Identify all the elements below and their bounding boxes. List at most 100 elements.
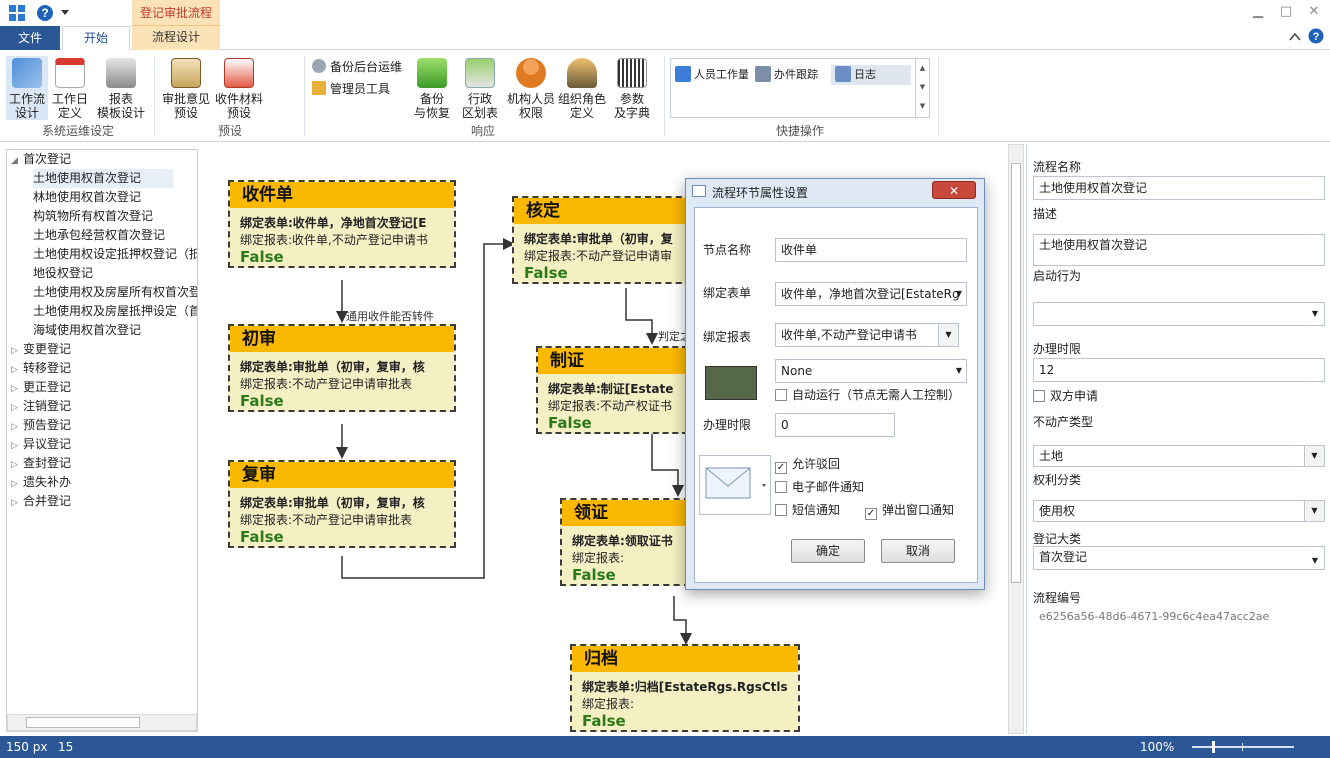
email-picker[interactable]	[699, 455, 771, 515]
dual-apply-option[interactable]: 双方申请	[1033, 387, 1098, 404]
group-separator	[154, 56, 155, 136]
color-select[interactable]: None ▼	[775, 359, 967, 383]
ok-button[interactable]: 确定	[791, 539, 865, 563]
sms-checkbox[interactable]	[775, 504, 787, 516]
tree-group[interactable]: ▷ 合并登记	[11, 492, 71, 513]
node-flag: False	[524, 264, 568, 282]
app-grid-icon[interactable]	[8, 4, 26, 22]
maximize-icon[interactable]: □	[1274, 2, 1298, 22]
approval-opinion-button[interactable]: 审批意见 预设	[160, 56, 212, 120]
org-staff-permission-button[interactable]: 机构人员 权限	[504, 56, 558, 120]
flow-node-guidang[interactable]: 归档 绑定表单:归档[EstateRgs.RgsCtls 绑定报表: False	[570, 644, 800, 732]
sms-option[interactable]: 短信通知	[775, 501, 840, 518]
flow-node-chushen[interactable]: 初审 绑定表单:审批单（初审，复审，核 绑定报表:不动产登记申请审批表 Fals…	[228, 324, 456, 412]
canvas-vscrollbar[interactable]	[1008, 144, 1024, 734]
flow-node-zhizheng[interactable]: 制证 绑定表单:制证[Estate 绑定报表:不动产权证书 False	[536, 346, 688, 434]
tree-group-label: 预告登记	[23, 418, 72, 432]
tree-group[interactable]: ▷ 预告登记	[11, 416, 71, 437]
flow-node-fushen[interactable]: 复审 绑定表单:审批单（初审，复审，核 绑定报表:不动产登记申请审批表 Fals…	[228, 460, 456, 548]
report-select[interactable]: 收件单,不动产登记申请书 ▼	[775, 323, 959, 347]
zoom-slider[interactable]	[1192, 741, 1294, 753]
intake-material-button[interactable]: 收件材料 预设	[212, 56, 266, 120]
tree-item[interactable]: 土地使用权设定抵押权登记（抵	[33, 245, 197, 264]
tab-home[interactable]: 开始	[62, 26, 130, 51]
flow-name-input[interactable]: 土地使用权首次登记	[1033, 176, 1325, 200]
rights-select[interactable]: 使用权 ▼	[1033, 500, 1325, 522]
start-behavior-label: 启动行为	[1033, 269, 1082, 283]
tree-item[interactable]: 林地使用权首次登记	[33, 188, 141, 207]
desc-input[interactable]: 土地使用权首次登记	[1033, 234, 1325, 266]
tree-group[interactable]: ▷ 转移登记	[11, 359, 71, 380]
close-window-icon[interactable]: ✕	[1302, 2, 1326, 22]
tree-group[interactable]: ▷ 异议登记	[11, 435, 71, 456]
gallery-scroll[interactable]: ▲ ▼ ▼	[915, 59, 929, 117]
params-dictionary-button[interactable]: 参数 及字典	[610, 56, 654, 120]
email-checkbox[interactable]	[775, 481, 787, 493]
gallery-item-log[interactable]: 日志	[831, 65, 911, 85]
admin-region-button[interactable]: 行政 区划表	[458, 56, 502, 120]
color-swatch[interactable]	[705, 366, 757, 400]
backup-restore-button[interactable]: 备份 与恢复	[410, 56, 454, 120]
popup-checkbox[interactable]: ✓	[865, 508, 877, 520]
help-icon[interactable]: ?	[1308, 28, 1324, 44]
tree-group[interactable]: ▷ 变更登记	[11, 340, 71, 361]
node-form: 绑定表单:归档[EstateRgs.RgsCtls	[582, 680, 788, 694]
category-tree: ◢ 首次登记 土地使用权首次登记 林地使用权首次登记 构筑物所有权首次登记 土地承…	[6, 149, 198, 732]
node-name-input[interactable]: 收件单	[775, 238, 967, 262]
flow-node-lingzheng[interactable]: 领证 绑定表单:领取证书 绑定报表: False	[560, 498, 690, 586]
region-line2: 区划表	[461, 106, 498, 120]
gallery-item-workload[interactable]: 人员工作量	[675, 65, 749, 85]
help-circle-icon[interactable]: ?	[36, 4, 54, 22]
backup-ops-label: 备份后台运维	[330, 60, 403, 74]
allow-return-option[interactable]: ✓ 允许驳回	[775, 455, 840, 474]
form-select[interactable]: 收件单，净地首次登记[EstateRg ▼	[775, 282, 967, 306]
workday-define-button[interactable]: 工作日 定义	[50, 56, 90, 120]
tree-item[interactable]: 海域使用权首次登记	[33, 321, 141, 340]
start-behavior-select[interactable]: ▼	[1033, 302, 1325, 326]
tree-group[interactable]: ▷ 更正登记	[11, 378, 71, 399]
popup-option[interactable]: ✓ 弹出窗口通知	[865, 501, 954, 520]
zoom-slider-thumb[interactable]	[1212, 741, 1215, 753]
flow-node-shoujian[interactable]: 收件单 绑定表单:收件单，净地首次登记[E 绑定报表:收件单,不动产登记申请书 …	[228, 180, 456, 268]
tree-hscrollbar[interactable]	[7, 714, 197, 731]
dual-apply-checkbox[interactable]	[1033, 390, 1045, 402]
tree-root[interactable]: ◢ 首次登记	[11, 150, 71, 171]
report-line1: 报表	[108, 92, 133, 106]
admin-tools-button[interactable]: 管理员工具	[312, 80, 390, 97]
auto-run-checkbox[interactable]	[775, 389, 787, 401]
flow-id-value: e6256a56-48d6-4671-99c6c4ea47acc2ae	[1039, 610, 1270, 623]
report-template-button[interactable]: 报表 模板设计	[94, 56, 148, 120]
tree-hscroll-thumb[interactable]	[26, 717, 140, 728]
gallery-tracking-label: 办件跟踪	[774, 68, 818, 81]
property-type-select[interactable]: 土地 ▼	[1033, 445, 1325, 467]
backup-ops-button[interactable]: 备份后台运维	[312, 58, 402, 75]
gallery-item-tracking[interactable]: 办件跟踪	[755, 65, 818, 85]
minimize-icon[interactable]: ▁	[1246, 2, 1270, 22]
tree-item[interactable]: 土地承包经营权首次登记	[33, 226, 165, 245]
tree-group[interactable]: ▷ 注销登记	[11, 397, 71, 418]
org-role-define-button[interactable]: 组织角色 定义	[558, 56, 606, 120]
email-option[interactable]: 电子邮件通知	[775, 478, 864, 495]
category-select[interactable]: 首次登记 ▼	[1033, 546, 1325, 570]
dropdown-arrow-icon[interactable]	[60, 6, 78, 24]
time-limit-input[interactable]: 0	[775, 413, 895, 437]
cancel-button[interactable]: 取消	[881, 539, 955, 563]
workflow-design-button[interactable]: 工作流 设计	[6, 56, 48, 120]
tree-group[interactable]: ▷ 查封登记	[11, 454, 71, 475]
edge-label: 通用收件能否转件	[346, 310, 434, 323]
tree-item[interactable]: 构筑物所有权首次登记	[33, 207, 153, 226]
flow-node-heding[interactable]: 核定 绑定表单:审批单（初审，复 绑定报表:不动产登记申请审 False	[512, 196, 692, 284]
tab-flow-design[interactable]: 流程设计	[132, 26, 220, 50]
tree-item[interactable]: 地役权登记	[33, 264, 93, 283]
tree-item[interactable]: 土地使用权及房屋抵押设定（首	[33, 302, 197, 321]
tree-item[interactable]: 土地使用权首次登记	[33, 169, 173, 188]
tree-group[interactable]: ▷ 遗失补办	[11, 473, 71, 494]
tab-file[interactable]: 文件	[0, 26, 60, 50]
collapse-ribbon-icon[interactable]	[1288, 30, 1302, 44]
canvas-vscroll-thumb[interactable]	[1011, 163, 1021, 583]
auto-run-option[interactable]: 自动运行（节点无需人工控制）	[775, 386, 960, 403]
limit-input[interactable]: 12	[1033, 358, 1325, 382]
dialog-close-button[interactable]: ✕	[932, 181, 976, 199]
tree-item[interactable]: 土地使用权及房屋所有权首次登	[33, 283, 197, 302]
allow-return-checkbox[interactable]: ✓	[775, 462, 787, 474]
